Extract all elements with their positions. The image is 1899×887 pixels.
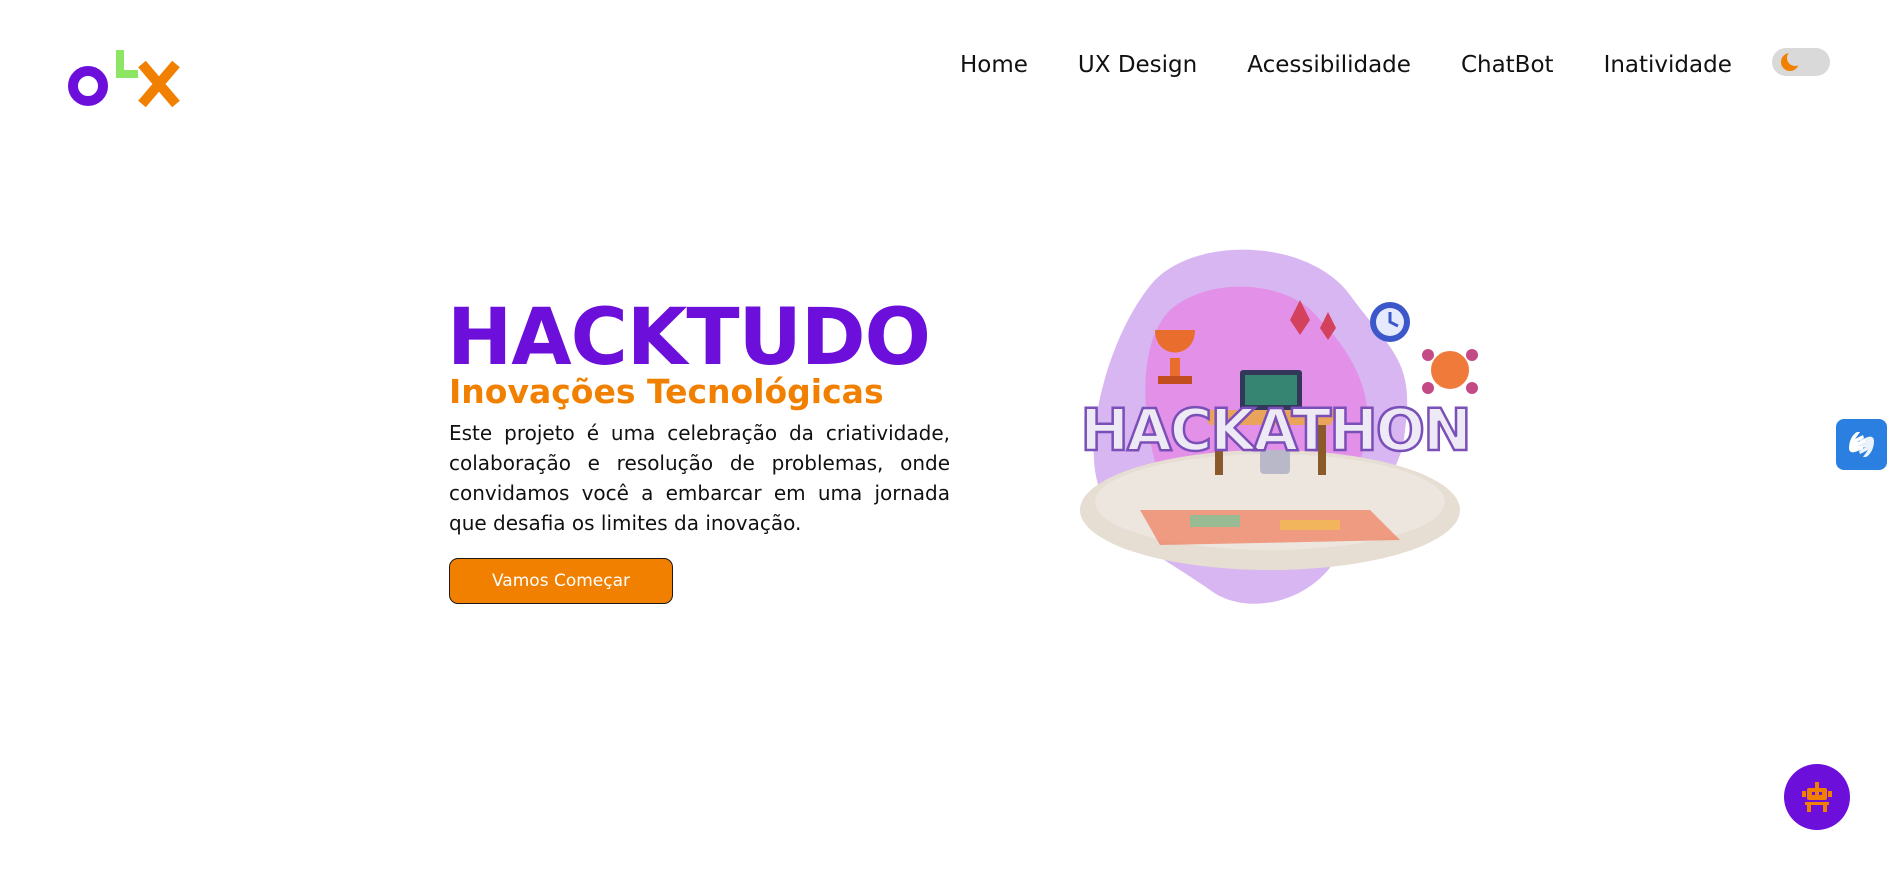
hero-subtitle: Inovações Tecnológicas bbox=[449, 372, 884, 411]
illustration-rug bbox=[1140, 510, 1400, 545]
main-nav: Home UX Design Acessibilidade ChatBot In… bbox=[960, 48, 1782, 82]
theme-toggle[interactable] bbox=[1772, 48, 1830, 76]
chatbot-button[interactable] bbox=[1784, 764, 1850, 830]
hackathon-illustration: HACKATHON bbox=[1079, 249, 1478, 604]
sign-language-hands-icon bbox=[1849, 432, 1874, 457]
accessibility-widget-button[interactable] bbox=[1836, 419, 1887, 470]
nav-item-home[interactable]: Home bbox=[960, 48, 1028, 82]
nav-item-chatbot[interactable]: ChatBot bbox=[1461, 48, 1554, 82]
nav-item-acessibilidade[interactable]: Acessibilidade bbox=[1247, 48, 1411, 82]
olx-logo[interactable] bbox=[68, 46, 182, 112]
robot-icon bbox=[1802, 782, 1832, 812]
hero-description: Este projeto é uma celebração da criativ… bbox=[449, 421, 950, 535]
nav-item-ux-design[interactable]: UX Design bbox=[1078, 48, 1197, 82]
moon-icon bbox=[1781, 51, 1801, 71]
start-button[interactable]: Vamos Começar bbox=[449, 558, 673, 604]
illustration-hackathon-text: HACKATHON bbox=[1080, 396, 1469, 464]
nav-item-inatividade[interactable]: Inatividade bbox=[1604, 48, 1732, 82]
